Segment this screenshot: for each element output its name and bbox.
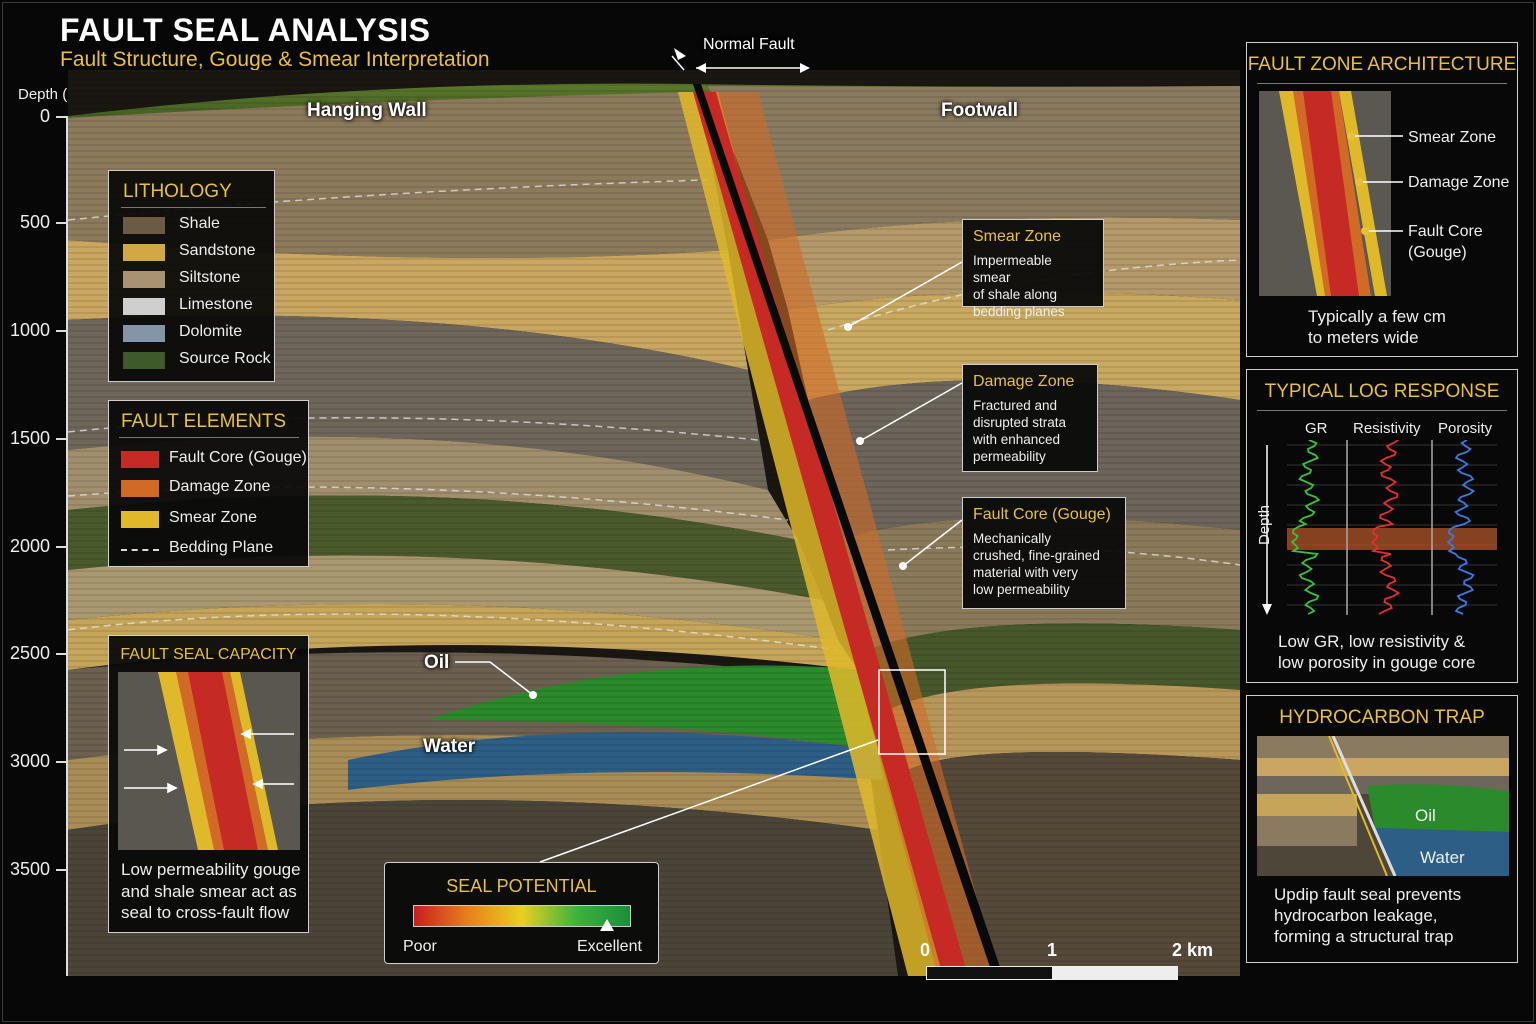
- scale-label: 2 km: [1172, 940, 1214, 960]
- scale-label: 0: [920, 940, 931, 960]
- hydrocarbon-trap-panel: HYDROCARBON TRAP Oil Water Updip fault s…: [1246, 695, 1518, 963]
- hydrocarbon-trap-graphic: [1257, 736, 1509, 876]
- fault-zone-architecture-panel: FAULT ZONE ARCHITECTURE Smear Zone Damag…: [1246, 42, 1518, 357]
- shale-swatch: [123, 217, 165, 234]
- damage-zone-swatch: [121, 480, 159, 497]
- fault-elements-legend: FAULT ELEMENTS Fault Core (Gouge) Damage…: [108, 400, 309, 567]
- hydrocarbon-trap-title: HYDROCARBON TRAP: [1279, 707, 1485, 728]
- lithology-title: LITHOLOGY: [123, 181, 232, 202]
- limestone-swatch: [123, 298, 165, 315]
- dolomite-swatch: [123, 325, 165, 342]
- smear-zone-swatch: [121, 511, 159, 528]
- divider: [1257, 410, 1507, 411]
- resistivity-track-label: Resistivity: [1353, 420, 1421, 437]
- damage-dot: [856, 437, 864, 445]
- oil-dot: [529, 691, 537, 699]
- damage-zone-label: Damage Zone: [1408, 174, 1510, 191]
- seal-leader: [539, 739, 879, 863]
- divider: [121, 207, 266, 208]
- fault-core-swatch: [121, 451, 159, 468]
- seal-potential-title: SEAL POTENTIAL: [446, 876, 597, 896]
- damage-leader: [859, 382, 963, 442]
- seal-potential-bar: [413, 905, 631, 927]
- scale-bar-segment-1: [927, 967, 1052, 979]
- core-leader: [902, 519, 963, 567]
- gouge-core-band: [1287, 528, 1497, 550]
- fault-elements-title: FAULT ELEMENTS: [121, 411, 287, 432]
- source-rock-swatch: [123, 352, 165, 369]
- scale-label: 1: [1047, 940, 1058, 960]
- siltstone-swatch: [123, 271, 165, 288]
- fault-seal-detail-graphic: [118, 672, 300, 850]
- log-curve-resistivity: [1370, 440, 1401, 615]
- porosity-track-label: Porosity: [1438, 420, 1493, 437]
- log-curve-porosity: [1446, 440, 1476, 615]
- divider: [119, 437, 299, 438]
- fault-zone-architecture-note: Typically a few cm to meters wide: [1308, 307, 1446, 347]
- fault-seal-capacity-title: FAULT SEAL CAPACITY: [120, 646, 297, 663]
- arrow-head: [696, 63, 706, 73]
- seal-potential-marker: [600, 919, 615, 931]
- fault-core-callout: Fault Core (Gouge) Mechanically crushed, …: [962, 497, 1126, 609]
- log-curve-gr: [1290, 440, 1321, 615]
- lithology-legend: LITHOLOGY Shale Sandstone Siltstone Lime…: [108, 170, 275, 382]
- gr-track-label: GR: [1305, 420, 1328, 437]
- log-response-note: Low GR, low resistivity & low porosity i…: [1278, 632, 1476, 672]
- seal-potential-high-label: Excellent: [577, 938, 642, 955]
- gouge-label: (Gouge): [1408, 244, 1467, 261]
- fault-seal-capacity-panel: FAULT SEAL CAPACITY Low permeability gou…: [108, 635, 309, 933]
- core-dot: [899, 562, 907, 570]
- log-curves: [1262, 440, 1497, 615]
- arrow-head: [800, 63, 810, 73]
- seal-potential-low-label: Poor: [403, 938, 437, 955]
- sandstone-swatch: [123, 244, 165, 261]
- arrow-head: [674, 48, 686, 60]
- seal-potential-panel: SEAL POTENTIAL Poor Excellent: [384, 862, 659, 964]
- smear-zone-callout: Smear Zone Impermeable smear of shale alo…: [962, 219, 1104, 319]
- trap-water-label: Water: [1420, 848, 1465, 867]
- trap-oil-label: Oil: [1415, 806, 1436, 825]
- fault-seal-capacity-note: Low permeability gouge and shale smear a…: [121, 860, 301, 922]
- damage-zone-callout: Damage Zone Fractured and disrupted strat…: [962, 364, 1098, 472]
- fault-core-label: Fault Core: [1408, 223, 1483, 240]
- hydrocarbon-trap-note: Updip fault seal prevents hydrocarbon le…: [1274, 885, 1462, 946]
- log-response-panel: TYPICAL LOG RESPONSE GR Resistivity Poro…: [1246, 369, 1518, 683]
- scale-bar-segment-2: [1052, 967, 1177, 979]
- oil-leader: [455, 661, 534, 696]
- depth-label: Depth: [1256, 504, 1273, 545]
- bedding-plane-swatch: [121, 549, 159, 551]
- smear-dot: [844, 323, 852, 331]
- smear-leader: [847, 261, 963, 328]
- log-response-title: TYPICAL LOG RESPONSE: [1264, 381, 1500, 402]
- smear-zone-label: Smear Zone: [1408, 129, 1497, 146]
